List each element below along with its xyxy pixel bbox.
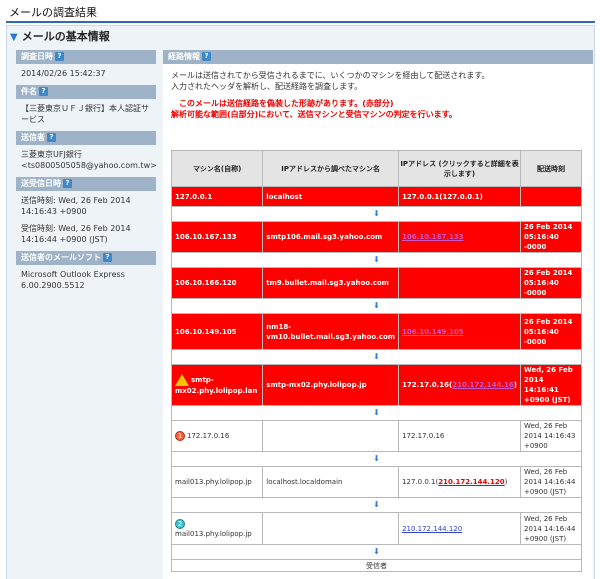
ip-link[interactable]: 210.172.144.120 [402, 525, 462, 533]
sender-header: 送信者? [16, 131, 156, 145]
help-icon[interactable]: ? [39, 87, 48, 96]
arrow-down-icon: ⬇ [171, 298, 582, 314]
table-row: 1 172.17.0.16 172.17.0.16 Wed, 26 Feb 201… [170, 420, 583, 452]
table-row: 127.0.0.1 localhost 127.0.0.1(127.0.0.1) [170, 186, 583, 207]
ip-link[interactable]: 210.172.144.16 [452, 381, 514, 389]
recv-time: 受信時刻: Wed, 26 Feb 2014 14:16:44 +0900 (J… [21, 224, 131, 244]
help-icon[interactable]: ? [103, 253, 112, 262]
arrow-down-icon: ⬇ [171, 451, 582, 467]
receiver-footer: 受信者 [171, 559, 582, 572]
col-ip-hostname: IPアドレスから調べたマシン名 [262, 150, 400, 187]
software-header: 送信者のメールソフト? [16, 251, 156, 265]
help-icon[interactable]: ? [55, 52, 64, 61]
arrow-down-icon: ⬇ [171, 405, 582, 421]
route-arrow: ⬇ [171, 451, 582, 467]
left-info-column: 調査日時? 2014/02/26 15:42:37 件名? 【三菱東京ＵＦＪ銀行… [16, 50, 157, 297]
page-title: メールの調査結果 [9, 6, 97, 19]
collapse-triangle-icon[interactable]: ▼ [10, 32, 18, 43]
sender-value: 三菱東京UFJ銀行 <ts0800505058@yahoo.com.tw> [21, 150, 157, 170]
table-row: smtp-mx02.phy.lolipop.lan smtp-mx02.phy.… [170, 364, 583, 406]
subject-value: 【三菱東京ＵＦＪ銀行】本人認証サービス [21, 104, 149, 124]
route-arrow: ⬇ [171, 497, 582, 513]
col-delivery-time: 配送時刻 [519, 150, 583, 187]
table-row: 106.10.149.105 nm18-vm10.bullet.mail.sg3… [170, 313, 583, 350]
receiver-badge-icon: 2 [175, 518, 185, 529]
route-header: 経路情報? [163, 50, 593, 64]
table-header-row: マシン名(自称) IPアドレスから調べたマシン名 IPアドレス (クリックすると… [170, 150, 583, 187]
table-row: 106.10.167.133 smtp106.mail.sg3.yahoo.co… [170, 221, 583, 253]
date-header: 調査日時? [16, 50, 156, 64]
route-warning: このメールは送信経路を偽装した形跡があります。(赤部分) 解析可能な範囲(白部分)… [171, 99, 457, 119]
table-row: 受信者 [171, 559, 582, 572]
table-row: 106.10.166.120 tm9.bullet.mail.sg3.yahoo… [170, 267, 583, 299]
route-arrow: ⬇ [171, 252, 582, 268]
help-icon[interactable]: ? [202, 52, 211, 61]
route-panel: 経路情報? メールは送信されてから受信されるまでに、いくつかのマシンを経由して配… [163, 50, 593, 579]
col-machine-name: マシン名(自称) [170, 150, 264, 187]
arrow-down-icon: ⬇ [171, 349, 582, 365]
date-value: 2014/02/26 15:42:37 [21, 69, 106, 78]
help-icon[interactable]: ? [47, 133, 56, 142]
arrow-down-icon: ⬇ [171, 544, 582, 560]
ip-link[interactable]: 210.172.144.120 [438, 478, 504, 486]
ip-link[interactable]: 106.10.167.133 [402, 233, 464, 241]
arrow-down-icon: ⬇ [171, 497, 582, 513]
arrow-down-icon: ⬇ [171, 206, 582, 222]
route-intro: メールは送信されてから受信されるまでに、いくつかのマシンを経由して配送されます。… [171, 71, 490, 91]
sender-badge-icon: 1 [175, 431, 185, 441]
help-icon[interactable]: ? [63, 179, 72, 188]
table-row: mail013.phy.lolipop.jp localhost.localdo… [170, 466, 583, 498]
software-value: Microsoft Outlook Express 6.00.2900.5512 [21, 270, 125, 290]
subject-header: 件名? [16, 85, 156, 99]
route-table: マシン名(自称) IPアドレスから調べたマシン名 IPアドレス (クリックすると… [170, 150, 583, 572]
title-divider [6, 21, 595, 23]
ip-link[interactable]: 106.10.149.105 [402, 328, 464, 336]
warning-icon [175, 374, 189, 386]
table-row: 2 mail013.phy.lolipop.jp 210.172.144.120 … [170, 512, 583, 545]
sendrecv-header: 送受信日時? [16, 177, 156, 191]
route-arrow: ⬇ [171, 206, 582, 222]
route-arrow: ⬇ [171, 298, 582, 314]
col-ip-address: IPアドレス (クリックすると詳細を表示します) [398, 150, 521, 187]
send-time: 送信時刻: Wed, 26 Feb 2014 14:16:43 +0900 [21, 196, 131, 216]
route-arrow: ⬇ [171, 349, 582, 365]
section-title: ▼ メールの基本情報 [10, 30, 110, 43]
route-arrow: ⬇ [171, 405, 582, 421]
arrow-down-icon: ⬇ [171, 252, 582, 268]
route-arrow: ⬇ [171, 544, 582, 560]
